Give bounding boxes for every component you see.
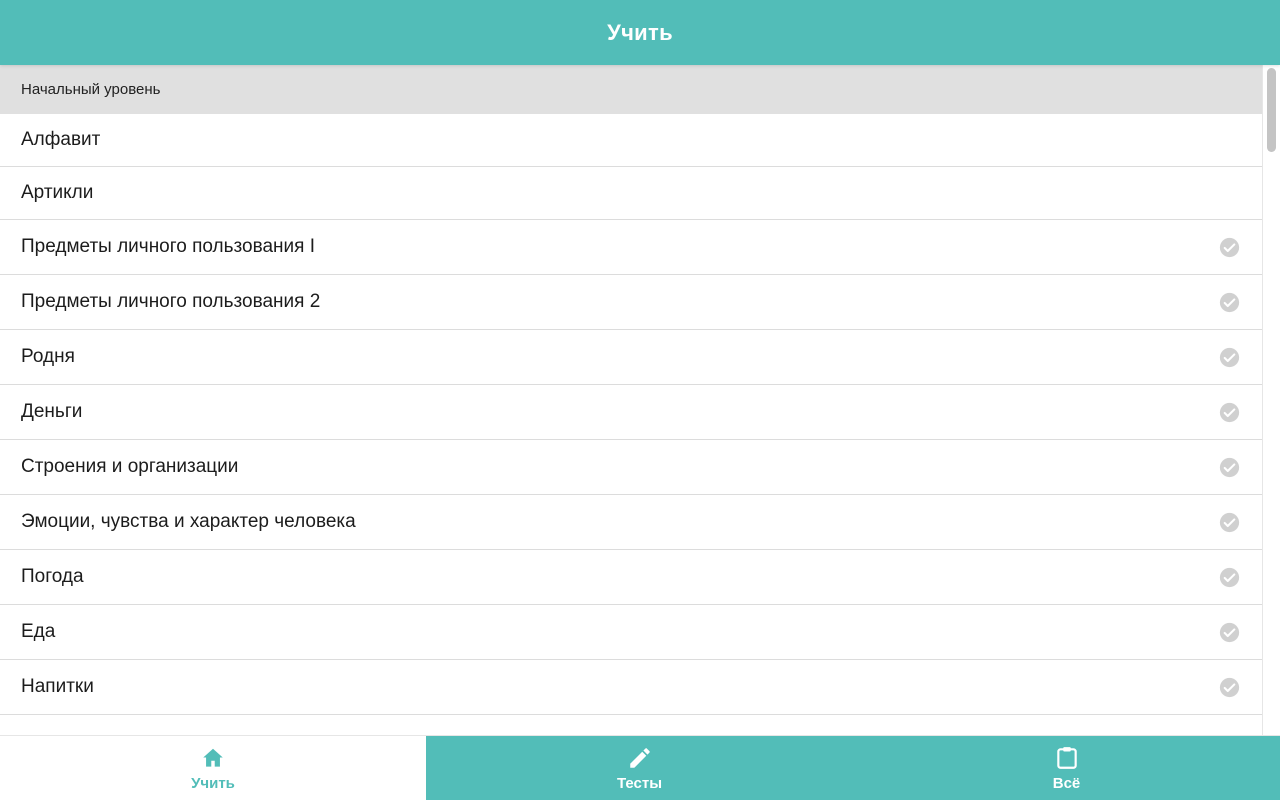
scrollbar[interactable] xyxy=(1262,65,1280,735)
check-circle-icon xyxy=(1219,457,1240,477)
tab-label: Всё xyxy=(1052,774,1081,792)
list-item[interactable]: Напитки xyxy=(0,660,1262,715)
list-item-label: Артикли xyxy=(21,182,94,203)
app-header: Учить xyxy=(0,0,1280,65)
tab-tests[interactable]: Тесты xyxy=(426,736,853,800)
tab-label: Тесты xyxy=(616,774,663,792)
list-item-label: Погода xyxy=(21,566,84,587)
list-item-label: Строения и организации xyxy=(21,456,239,477)
list-item[interactable]: Родня xyxy=(0,330,1262,385)
list-item-label: Деньги xyxy=(21,401,83,422)
list-item[interactable]: Предметы личного пользования I xyxy=(0,220,1262,275)
bottom-nav: Учить Тесты Всё xyxy=(0,735,1280,800)
list-item[interactable]: Еда xyxy=(0,605,1262,660)
check-circle-icon xyxy=(1219,567,1240,587)
scrollbar-thumb[interactable] xyxy=(1267,68,1276,152)
tab-learn[interactable]: Учить xyxy=(0,736,426,800)
list-item-label: Эмоции, чувства и характер человека xyxy=(21,511,356,532)
list-item-label: Предметы личного пользования 2 xyxy=(21,291,321,312)
list-item[interactable]: Погода xyxy=(0,550,1262,605)
list-item-label: Напитки xyxy=(21,676,94,697)
check-circle-icon xyxy=(1219,677,1240,697)
list-item-label: Родня xyxy=(21,346,75,367)
check-circle-icon xyxy=(1219,402,1240,422)
lesson-list[interactable]: Начальный уровень Алфавит Артикли Предме… xyxy=(0,65,1262,735)
list-item-label: Предметы личного пользования I xyxy=(21,236,315,257)
list-item-label: Алфавит xyxy=(21,129,101,150)
page-title: Учить xyxy=(607,19,673,45)
check-circle-icon xyxy=(1219,237,1240,257)
list-item-label: Еда xyxy=(21,621,56,642)
list-item[interactable]: Строения и организации xyxy=(0,440,1262,495)
list-item[interactable]: Эмоции, чувства и характер человека xyxy=(0,495,1262,550)
clipboard-icon xyxy=(1056,746,1077,769)
tab-all[interactable]: Всё xyxy=(853,736,1280,800)
check-circle-icon xyxy=(1219,347,1240,367)
section-header: Начальный уровень xyxy=(0,65,1262,114)
list-item[interactable]: Артикли xyxy=(0,167,1262,220)
tab-label: Учить xyxy=(191,774,235,792)
list-item[interactable]: Деньги xyxy=(0,385,1262,440)
list-item[interactable]: Алфавит xyxy=(0,114,1262,167)
list-item[interactable]: Предметы личного пользования 2 xyxy=(0,275,1262,330)
check-circle-icon xyxy=(1219,622,1240,642)
check-circle-icon xyxy=(1219,292,1240,312)
app-root: Учить Начальный уровень Алфавит Артикли … xyxy=(0,0,1280,800)
check-circle-icon xyxy=(1219,512,1240,532)
home-icon xyxy=(203,748,223,767)
pencil-icon xyxy=(629,747,650,768)
